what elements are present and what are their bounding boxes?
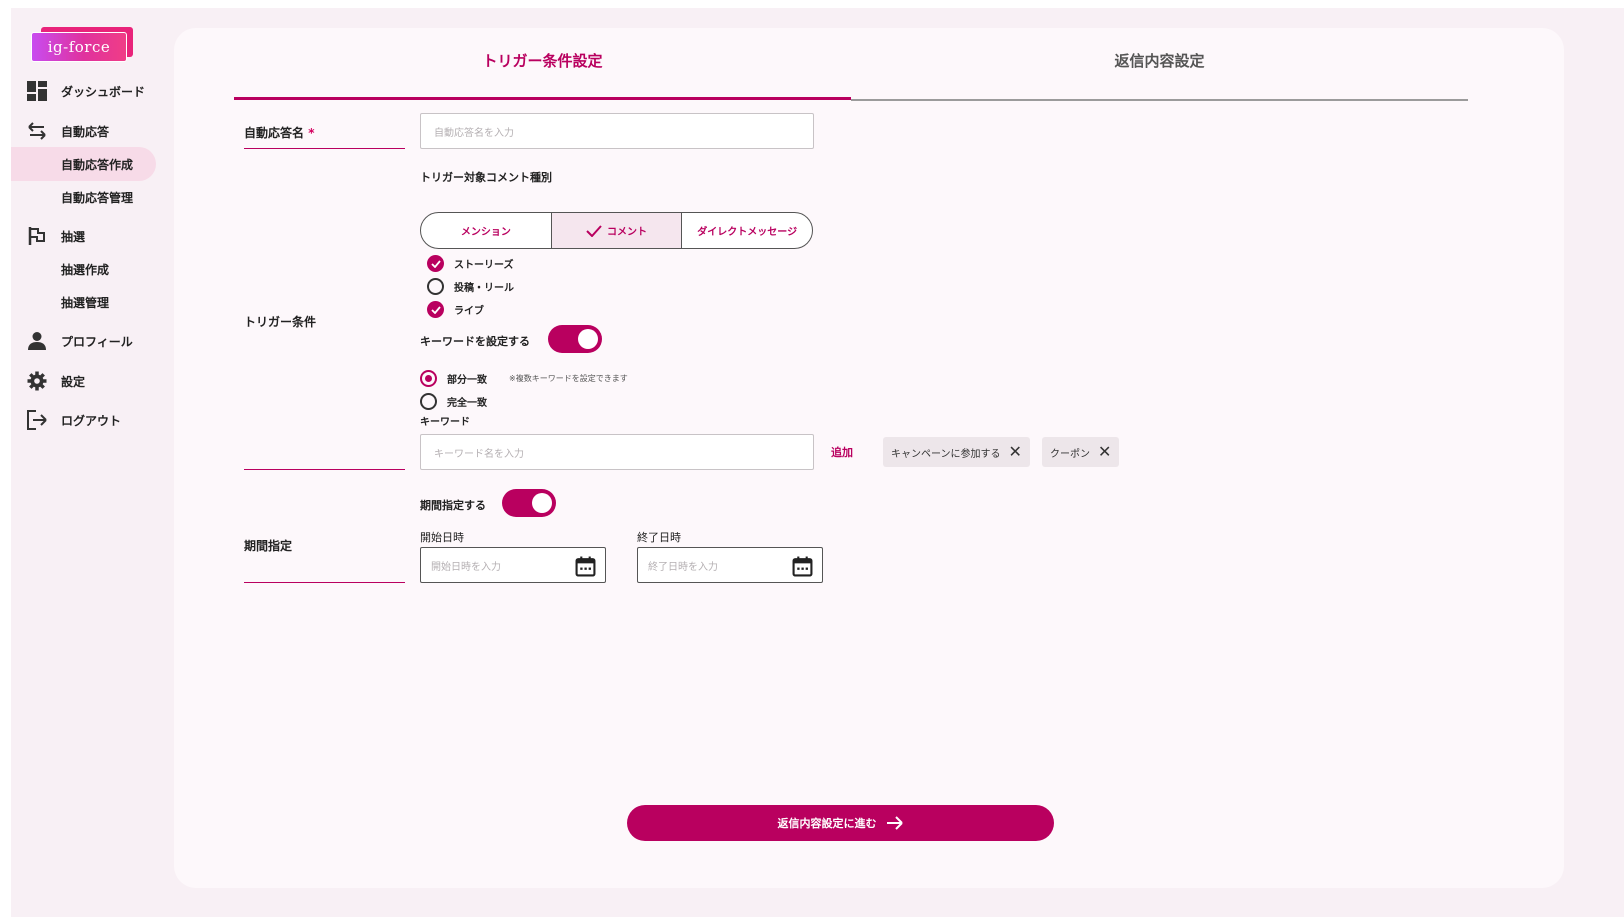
unchecked-icon: [427, 278, 444, 295]
app-window: ig-force ダッシュボード 自動応答 自動応答作成 自動応答管理 抽選 抽…: [11, 8, 1624, 917]
gear-icon: [27, 371, 47, 391]
period-toggle-label: 期間指定する: [420, 499, 486, 512]
segment-label: ダイレクトメッセージ: [697, 227, 798, 238]
sidebar-item-lottery-create[interactable]: 抽選作成: [11, 252, 156, 286]
calendar-icon[interactable]: [792, 556, 813, 577]
required-mark: *: [308, 126, 315, 140]
keyword-chip: クーポン ✕: [1042, 437, 1120, 467]
checkbox-label: ストーリーズ: [454, 260, 514, 271]
start-date-placeholder: 開始日時を入力: [431, 561, 501, 573]
sidebar-item-logout[interactable]: ログアウト: [11, 403, 156, 437]
logout-icon: [27, 410, 47, 430]
name-label: 自動応答名 *: [244, 124, 314, 141]
radio-partial-match[interactable]: 部分一致: [420, 370, 487, 387]
sidebar-item-lottery[interactable]: 抽選: [11, 219, 156, 253]
segment-mention[interactable]: メンション: [421, 213, 552, 248]
check-icon: [586, 224, 602, 237]
period-row-divider: [244, 582, 405, 583]
sidebar-item-dashboard[interactable]: ダッシュボード: [11, 74, 156, 108]
sidebar-item-label: 自動応答管理: [61, 191, 134, 205]
chip-label: キャンペーンに参加する: [891, 448, 1001, 460]
main-card: トリガー条件設定 返信内容設定 自動応答名 * 自動応答名を入力 トリガー対象コ…: [174, 28, 1564, 888]
sidebar-item-lottery-manage[interactable]: 抽選管理: [11, 285, 156, 319]
chip-label: クーポン: [1050, 448, 1090, 460]
sidebar-item-label: プロフィール: [61, 334, 133, 349]
sidebar-item-label: ダッシュボード: [61, 84, 146, 99]
radio-label: 部分一致: [447, 375, 487, 386]
sidebar-item-label: 自動応答作成: [61, 158, 134, 172]
checkbox-live[interactable]: ライブ: [427, 301, 484, 318]
radio-selected-icon: [420, 370, 437, 387]
segment-comment[interactable]: コメント: [551, 213, 683, 248]
sidebar-item-label: ログアウト: [61, 413, 122, 428]
keyword-label: キーワード: [420, 417, 470, 428]
checked-icon: [427, 255, 444, 272]
keyword-chip: キャンペーンに参加する ✕: [883, 437, 1030, 467]
end-date-input[interactable]: 終了日時を入力: [637, 547, 823, 583]
name-label-text: 自動応答名: [244, 126, 305, 140]
keyword-toggle[interactable]: [548, 325, 602, 353]
segment-label: メンション: [460, 227, 511, 238]
sidebar-item-label: 抽選: [61, 229, 86, 244]
sidebar-item-auto-reply-manage[interactable]: 自動応答管理: [11, 180, 156, 214]
trigger-conditions-label: トリガー条件: [244, 315, 317, 329]
dashboard-icon: [27, 81, 47, 101]
auto-reply-name-input[interactable]: 自動応答名を入力: [420, 113, 814, 149]
sidebar-item-label: 抽選作成: [61, 263, 110, 277]
close-icon[interactable]: ✕: [1098, 444, 1111, 460]
match-hint: ※複数キーワードを設定できます: [509, 374, 628, 383]
sidebar-item-label: 設定: [61, 374, 86, 389]
segment-label: コメント: [607, 227, 647, 238]
sidebar-item-auto-reply-create[interactable]: 自動応答作成: [11, 147, 156, 181]
close-icon[interactable]: ✕: [1009, 444, 1022, 460]
next-to-reply-settings-button[interactable]: 返信内容設定に進む: [627, 805, 1054, 841]
checked-icon: [427, 301, 444, 318]
end-date-placeholder: 終了日時を入力: [648, 561, 718, 573]
radio-exact-match[interactable]: 完全一致: [420, 393, 487, 410]
name-row-divider: [244, 148, 405, 149]
calendar-icon[interactable]: [575, 556, 596, 577]
end-date-label: 終了日時: [637, 531, 681, 544]
keyword-toggle-label: キーワードを設定する: [420, 335, 530, 348]
radio-unselected-icon: [420, 393, 437, 410]
sidebar-item-label: 抽選管理: [61, 296, 110, 310]
sidebar-item-auto-reply[interactable]: 自動応答: [11, 114, 156, 148]
period-toggle[interactable]: [502, 489, 556, 517]
arrow-right-icon: [886, 816, 903, 830]
keyword-input[interactable]: キーワード名を入力: [420, 434, 814, 470]
segment-direct-message[interactable]: ダイレクトメッセージ: [682, 213, 812, 248]
trigger-row-divider: [244, 469, 405, 470]
app-logo[interactable]: ig-force: [31, 27, 135, 63]
sidebar-item-label: 自動応答: [61, 124, 110, 139]
tab-trigger-settings[interactable]: トリガー条件設定: [234, 42, 851, 100]
comment-type-label: トリガー対象コメント種別: [420, 171, 552, 184]
comment-type-segmented: メンション コメント ダイレクトメッセージ: [420, 212, 813, 249]
checkbox-posts-reels[interactable]: 投稿・リール: [427, 278, 514, 295]
swap-arrows-icon: [28, 122, 46, 140]
logo-text: ig-force: [31, 32, 127, 62]
checkbox-label: 投稿・リール: [454, 283, 514, 294]
next-button-label: 返信内容設定に進む: [777, 817, 877, 830]
checkbox-label: ライブ: [454, 306, 484, 317]
sidebar-item-profile[interactable]: プロフィール: [11, 324, 156, 358]
sidebar-item-settings[interactable]: 設定: [11, 364, 156, 398]
start-date-label: 開始日時: [420, 531, 464, 544]
person-icon: [28, 332, 46, 350]
period-label: 期間指定: [244, 539, 293, 553]
checkbox-stories[interactable]: ストーリーズ: [427, 255, 514, 272]
add-keyword-button[interactable]: 追加: [831, 444, 853, 460]
flag-icon: [28, 227, 45, 245]
radio-label: 完全一致: [447, 398, 487, 409]
start-date-input[interactable]: 開始日時を入力: [420, 547, 606, 583]
tab-reply-settings[interactable]: 返信内容設定: [851, 42, 1468, 101]
